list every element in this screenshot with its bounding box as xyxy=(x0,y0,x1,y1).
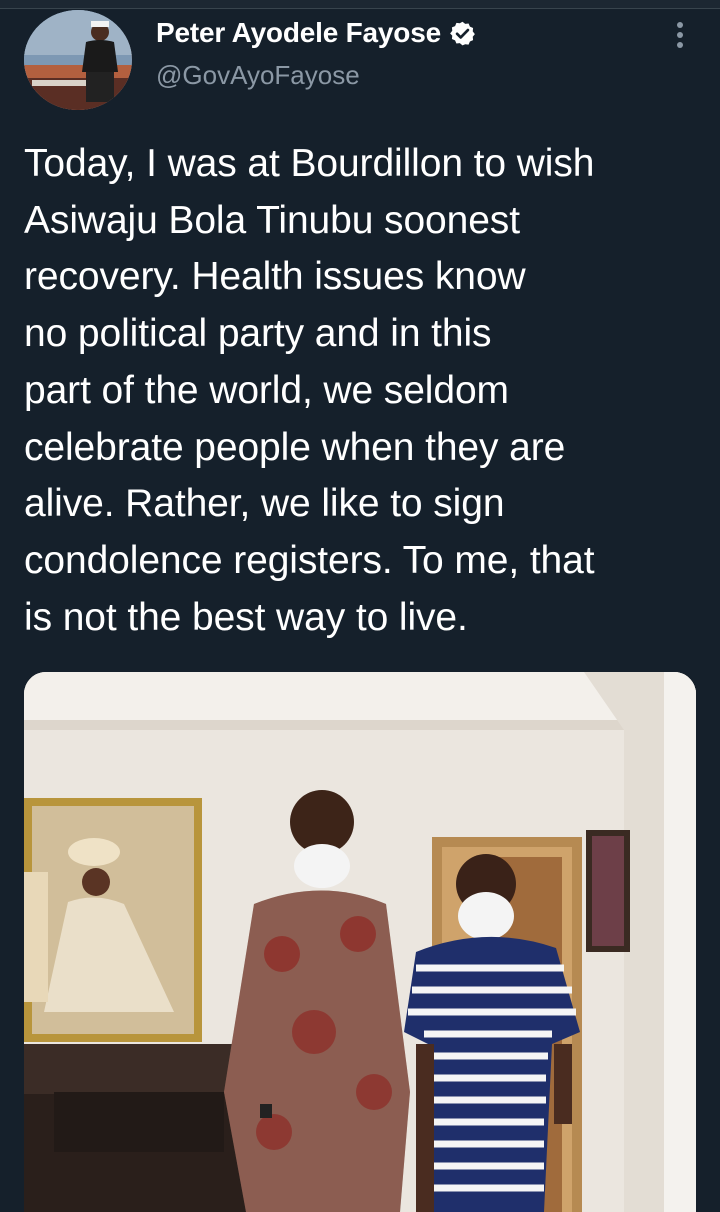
more-vertical-icon-dot xyxy=(677,32,683,38)
more-options-button[interactable] xyxy=(668,20,692,50)
tweet-text-line: alive. Rather, we like to sign xyxy=(24,482,505,526)
author-handle[interactable]: @GovAyoFayose xyxy=(156,60,476,91)
tweet-text-line: Asiwaju Bola Tinubu soonest xyxy=(24,198,520,242)
tweet-text-line: part of the world, we seldom xyxy=(24,368,509,412)
top-divider xyxy=(0,0,720,9)
tweet-text-line: celebrate people when they are xyxy=(24,425,566,469)
tweet-text: Today, I was at Bourdillon to wish Asiwa… xyxy=(24,136,704,646)
more-vertical-icon xyxy=(677,22,683,28)
verified-badge-icon xyxy=(450,21,475,45)
author-display-name[interactable]: Peter Ayodele Fayose xyxy=(156,17,441,49)
more-vertical-icon-dot xyxy=(677,42,683,48)
author-block[interactable]: Peter Ayodele Fayose @GovAyoFayose xyxy=(156,14,476,91)
avatar[interactable] xyxy=(24,10,132,110)
tweet-text-line: condolence registers. To me, that xyxy=(24,538,595,582)
tweet-text-line: no political party and in this xyxy=(24,312,492,356)
display-name-row: Peter Ayodele Fayose xyxy=(156,14,476,52)
tweet-text-line: is not the best way to live. xyxy=(24,595,468,639)
tweet-photo[interactable] xyxy=(24,672,696,1212)
tweet-photo-image xyxy=(24,672,696,1212)
avatar-image xyxy=(24,10,132,110)
tweet-text-line: Today, I was at Bourdillon to wish xyxy=(24,142,595,185)
tweet-text-line: recovery. Health issues know xyxy=(24,255,526,299)
